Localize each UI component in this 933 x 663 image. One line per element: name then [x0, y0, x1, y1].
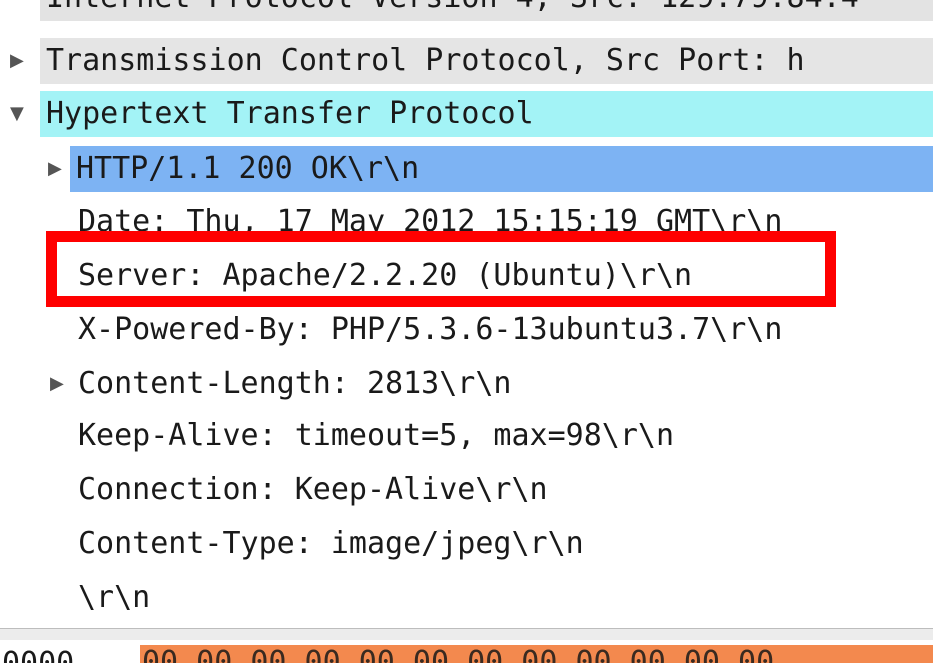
tree-row-http[interactable]: ▼ Hypertext Transfer Protocol [0, 88, 933, 140]
packet-details-pane[interactable]: Internet Protocol Version 4, Src: 129.79… [0, 0, 933, 629]
tree-row-label: Content-Length: 2813\r\n [78, 366, 512, 401]
tree-row-date[interactable]: Date: Thu, 17 May 2012 15:15:19 GMT\r\n [0, 196, 933, 248]
tree-row-label: Connection: Keep-Alive\r\n [78, 472, 548, 507]
tree-row-label: X-Powered-By: PHP/5.3.6-13ubuntu3.7\r\n [78, 312, 783, 347]
packet-bytes-pane[interactable]: 0000 00 00 00 00 00 00 00 00 00 00 00 00 [0, 640, 933, 663]
tree-row-content-length[interactable]: ▶ Content-Length: 2813\r\n [0, 358, 933, 410]
tree-row-crlf[interactable]: \r\n [0, 572, 933, 624]
hex-bytes-highlight[interactable]: 00 00 00 00 00 00 00 00 00 00 00 00 [140, 645, 933, 663]
tree-row-keep-alive[interactable]: Keep-Alive: timeout=5, max=98\r\n [0, 410, 933, 462]
triangle-right-icon[interactable]: ▶ [10, 35, 24, 87]
triangle-down-icon[interactable]: ▼ [10, 88, 24, 140]
triangle-right-icon[interactable]: ▶ [48, 143, 62, 195]
tree-row-status-line[interactable]: ▶ HTTP/1.1 200 OK\r\n [0, 143, 933, 195]
tree-row-tcp[interactable]: ▶ Transmission Control Protocol, Src Por… [0, 35, 933, 87]
hex-offset: 0000 [2, 646, 74, 663]
tree-row-connection[interactable]: Connection: Keep-Alive\r\n [0, 464, 933, 516]
tree-row-server[interactable]: Server: Apache/2.2.20 (Ubuntu)\r\n [0, 250, 933, 302]
tree-row-content-type[interactable]: Content-Type: image/jpeg\r\n [0, 518, 933, 570]
tree-row-label: Content-Type: image/jpeg\r\n [78, 526, 584, 561]
tree-row-label: Hypertext Transfer Protocol [46, 96, 534, 131]
tree-row-label: \r\n [78, 580, 151, 615]
triangle-right-icon[interactable]: ▶ [50, 358, 64, 410]
tree-row-x-powered-by[interactable]: X-Powered-By: PHP/5.3.6-13ubuntu3.7\r\n [0, 304, 933, 356]
wireshark-window: Internet Protocol Version 4, Src: 129.79… [0, 0, 933, 663]
tree-row-label: HTTP/1.1 200 OK\r\n [76, 151, 420, 186]
tree-row-label: Date: Thu, 17 May 2012 15:15:19 GMT\r\n [78, 204, 783, 239]
tree-row-label: Keep-Alive: timeout=5, max=98\r\n [78, 418, 675, 453]
tree-row-label: Server: Apache/2.2.20 (Ubuntu)\r\n [78, 258, 693, 293]
tree-row-label: Internet Protocol Version 4, Src: 129.79… [46, 0, 859, 24]
tree-row-label: Transmission Control Protocol, Src Port:… [46, 43, 805, 78]
